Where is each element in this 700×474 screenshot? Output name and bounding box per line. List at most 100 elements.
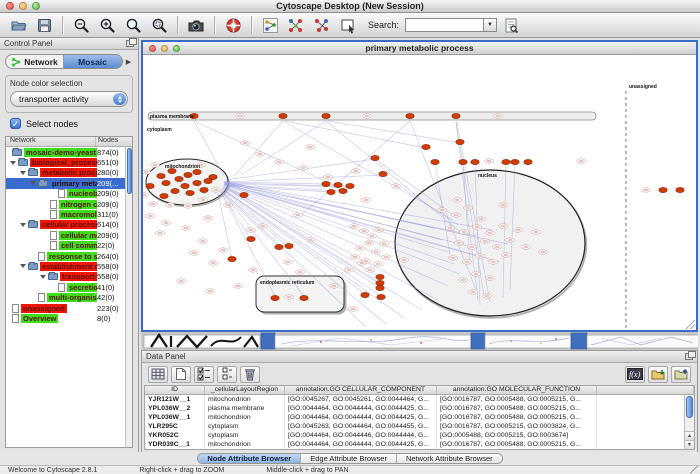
create-attribute-button[interactable] [171,366,191,383]
save-session-button[interactable] [32,14,56,36]
table-row[interactable]: YPL036W__1mitochondrion[GO:0044464, GO:0… [145,413,694,422]
network-node[interactable] [502,159,510,164]
network-node[interactable] [240,192,248,197]
table-scrollbar-thumb[interactable] [686,396,693,418]
column-header[interactable]: _cellularLayoutRegion [205,386,285,394]
network-node[interactable] [334,182,342,187]
plugin-annotate-button-2[interactable] [310,14,334,36]
tab-scroll-right-button[interactable]: ▶ [123,58,134,66]
tree-row[interactable]: metabolic process280(0) [6,168,132,178]
network-node[interactable] [271,295,279,300]
tree-row[interactable]: cell communicat22(0) [6,241,132,251]
tree-row[interactable]: macromolecule311(0) [6,209,132,219]
network-node[interactable] [376,280,384,285]
expand-triangle-icon[interactable] [10,161,16,165]
network-node[interactable] [431,159,439,164]
plugin-network-button[interactable] [258,14,282,36]
network-node[interactable] [193,180,201,185]
tree-header-network[interactable]: Network [6,137,96,146]
network-node[interactable] [300,295,308,300]
scroll-down-button[interactable]: ▼ [685,440,694,449]
delete-attribute-button[interactable] [240,366,260,383]
network-node[interactable] [322,113,330,118]
function-builder-button[interactable]: f(x) [625,366,645,383]
expand-triangle-icon[interactable] [20,171,26,175]
tree-row[interactable]: secretion41(0) [6,282,132,292]
network-node[interactable] [339,188,347,193]
table-scrollbar[interactable]: ▲ ▼ [684,395,694,449]
tree-row[interactable]: primary metab209(... [6,178,132,188]
network-canvas[interactable]: plasma membranecytoplasmmitochondrionnuc… [143,55,696,330]
network-node[interactable] [377,294,385,299]
network-node[interactable] [247,236,255,241]
network-node[interactable] [181,183,189,188]
window-resize-grip[interactable] [690,466,698,473]
tree-row[interactable]: mosaic-demo-yeast874(0) [6,147,132,157]
network-node[interactable] [157,173,165,178]
tree-row[interactable]: cellular metabo209(0) [6,230,132,240]
network-node[interactable] [200,187,208,192]
network-node[interactable] [471,159,479,164]
network-node[interactable] [659,187,667,192]
expand-triangle-icon[interactable] [40,275,46,279]
attribute-checklist-button[interactable] [194,366,214,383]
scroll-up-button[interactable]: ▲ [685,431,694,440]
tree-header-nodes[interactable]: Nodes [96,137,132,146]
browser-tab-network[interactable]: Network Attribute Browser [397,454,502,463]
tree-row[interactable]: multi-organism pro42(0) [6,292,132,302]
zoom-out-button[interactable] [69,14,93,36]
zoom-in-button[interactable] [95,14,119,36]
node-color-dropdown[interactable]: transporter activity [10,91,128,107]
tree-scrollbar-thumb[interactable] [127,148,132,194]
select-nodes-checkbox[interactable]: ✓ [10,118,21,129]
network-node[interactable] [376,285,384,290]
network-node[interactable] [184,172,192,177]
expand-triangle-icon[interactable] [30,181,36,185]
column-header[interactable]: annotation.GO MOLECULAR_FUNCTION [437,386,597,394]
network-node[interactable] [209,174,217,179]
network-node[interactable] [371,155,379,160]
network-node[interactable] [459,159,467,164]
tree-row[interactable]: transport558(0) [6,272,132,282]
plugin-annotate-button-1[interactable] [284,14,308,36]
table-row[interactable]: YLR295Ccytoplasm[GO:0045263, GO:0044464,… [145,422,694,431]
network-node[interactable] [511,159,519,164]
network-node[interactable] [162,180,170,185]
import-attributes-button[interactable] [648,366,668,383]
network-node[interactable] [406,113,414,118]
network-node[interactable] [361,292,369,297]
table-row[interactable]: YKR052Ccytoplasm[GO:0044464, GO:0044446,… [145,431,694,440]
attribute-list-button[interactable] [217,366,237,383]
network-node[interactable] [175,176,183,181]
network-node[interactable] [279,113,287,118]
network-node[interactable] [327,189,335,194]
open-session-button[interactable] [6,14,30,36]
select-mode-button[interactable] [336,14,360,36]
table-row[interactable]: YDR039C__1mitochondrion[GO:0044464, GO:0… [145,440,694,449]
search-dropdown-button[interactable]: ▼ [483,18,497,32]
tab-mosaic[interactable]: Mosaic [64,55,122,68]
tree-row[interactable]: nitrogen compo209(0) [6,199,132,209]
network-node[interactable] [285,243,293,248]
search-input[interactable] [405,18,483,32]
table-row[interactable]: YPL036W__2plasma membrane[GO:0044464, GO… [145,404,694,413]
tab-network[interactable]: Network [6,55,64,68]
help-button[interactable] [221,14,245,36]
network-node[interactable] [193,169,201,174]
tree-row[interactable]: Overview8(0) [6,313,132,323]
snapshot-button[interactable] [184,14,208,36]
zoom-selected-region-button[interactable] [147,14,171,36]
export-attributes-button[interactable] [671,366,691,383]
zoom-fit-button[interactable] [121,14,145,36]
view-resize-grip[interactable] [686,320,695,329]
network-node[interactable] [186,190,194,195]
table-row[interactable]: YJR121W__1mitochondrion[GO:0045267, GO:0… [145,395,694,404]
column-header[interactable]: ID [145,386,205,394]
network-node[interactable] [228,256,236,261]
tree-row[interactable]: unassigned223(0) [6,303,132,313]
tree-row[interactable]: establishment of lo558(0) [6,261,132,271]
network-node[interactable] [676,187,684,192]
network-node[interactable] [524,159,532,164]
network-node[interactable] [322,181,330,186]
network-node[interactable] [379,171,387,176]
